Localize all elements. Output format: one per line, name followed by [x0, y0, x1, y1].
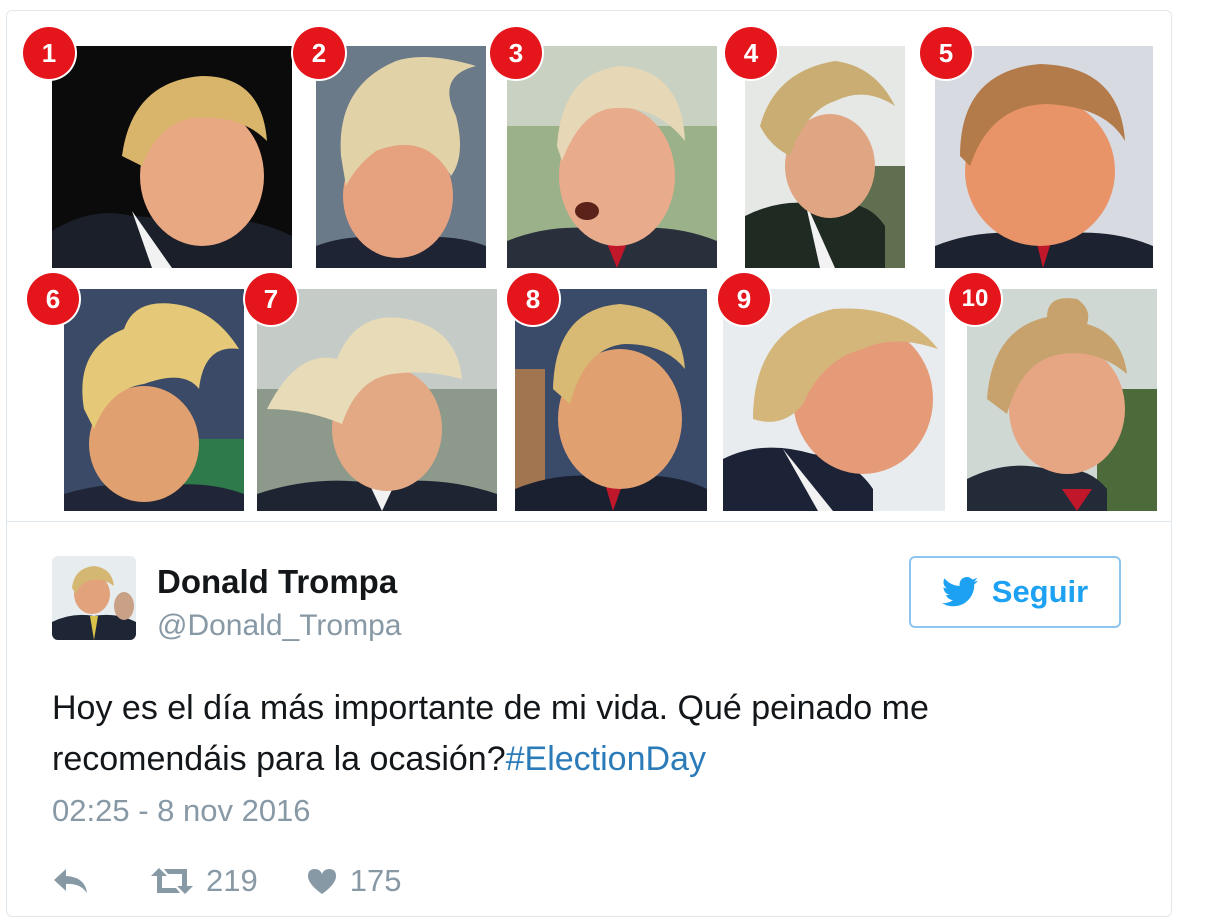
display-name[interactable]: Donald Trompa — [157, 563, 397, 601]
divider — [7, 521, 1171, 522]
photo-3 — [507, 46, 717, 268]
photo-number-badge: 1 — [23, 27, 75, 79]
photo-number-badge: 4 — [725, 27, 777, 79]
photo-6 — [64, 289, 244, 511]
photo-2 — [316, 46, 486, 268]
avatar[interactable] — [52, 556, 136, 640]
reply-button[interactable] — [52, 867, 90, 895]
photo-number-badge: 7 — [245, 273, 297, 325]
photo-number-badge: 2 — [293, 27, 345, 79]
photo-number-badge: 5 — [920, 27, 972, 79]
twitter-bird-icon — [941, 577, 978, 607]
photo-7 — [257, 289, 497, 511]
photo-number-badge: 8 — [507, 273, 559, 325]
reply-icon — [54, 869, 87, 893]
retweet-count: 219 — [206, 863, 258, 898]
heart-icon — [307, 869, 336, 894]
photo-number-badge: 10 — [949, 273, 1001, 325]
photo-number-badge: 3 — [490, 27, 542, 79]
retweet-icon — [151, 868, 193, 894]
like-button[interactable]: 175 — [306, 863, 402, 899]
timestamp[interactable]: 02:25 - 8 nov 2016 — [52, 793, 311, 829]
tweet-card: 1 2 3 4 5 6 7 8 9 10 Donald Trompa @Dona… — [6, 10, 1172, 917]
photo-collage: 1 2 3 4 5 6 7 8 9 10 — [7, 11, 1171, 521]
photo-4 — [745, 46, 905, 268]
hashtag-link[interactable]: #ElectionDay — [506, 740, 706, 778]
follow-button[interactable]: Seguir — [909, 556, 1121, 628]
photo-1 — [52, 46, 292, 268]
tweet-text: Hoy es el día más importante de mi vida.… — [52, 683, 1132, 785]
photo-number-badge: 9 — [718, 273, 770, 325]
follow-label: Seguir — [991, 574, 1089, 609]
tweet-body: Hoy es el día más importante de mi vida.… — [52, 689, 929, 778]
like-count: 175 — [349, 863, 402, 898]
photo-10 — [967, 289, 1157, 511]
photo-9 — [723, 289, 945, 511]
retweet-button[interactable]: 219 — [150, 863, 258, 899]
tweet-actions: 219 175 — [52, 861, 401, 901]
user-handle[interactable]: @Donald_Trompa — [157, 609, 401, 643]
photo-5 — [935, 46, 1153, 268]
photo-number-badge: 6 — [27, 273, 79, 325]
